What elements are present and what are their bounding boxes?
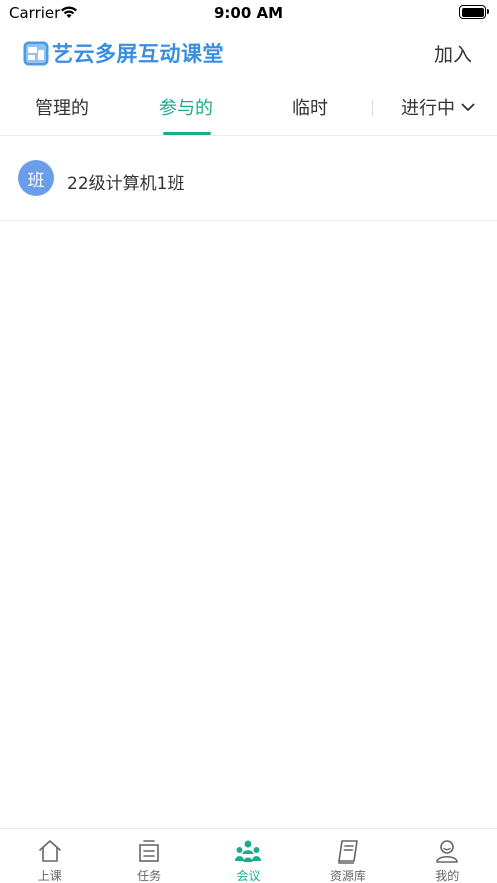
nav-label-library: 资源库: [329, 869, 366, 883]
list-item[interactable]: 班 22级计算机1班: [0, 137, 497, 221]
nav-label-meeting: 会议: [236, 869, 261, 883]
clock: 9:00 AM: [213, 4, 284, 22]
nav-label-class: 上课: [37, 869, 62, 883]
meeting-list: 班 22级计算机1班: [0, 137, 497, 221]
nav-item-task[interactable]: 任务: [99, 829, 198, 883]
tab-temporary[interactable]: 临时: [248, 94, 372, 120]
library-icon: [338, 840, 358, 864]
tab-divider: [372, 100, 373, 116]
nav-label-profile: 我的: [435, 869, 460, 883]
app-logo: 艺云多屏互动课堂: [23, 38, 224, 68]
meeting-title: 22级计算机1班: [67, 174, 185, 194]
meeting-icon: [235, 840, 262, 862]
nav-item-class[interactable]: 上课: [0, 829, 99, 883]
status-bar: Carrier 9:00 AM: [0, 0, 497, 26]
status-filter-dropdown[interactable]: 进行中: [383, 94, 493, 120]
nav-item-profile[interactable]: 我的: [398, 829, 497, 883]
bottom-nav: 上课 任务 会议 资源库 我的: [0, 828, 497, 883]
chevron-down-icon: [461, 103, 475, 111]
app-header: 艺云多屏互动课堂 加入: [0, 30, 497, 74]
tab-participated[interactable]: 参与的: [124, 94, 248, 120]
logo-icon: [23, 41, 49, 66]
nav-label-task: 任务: [137, 869, 162, 883]
battery-icon: [459, 5, 489, 19]
tab-managed[interactable]: 管理的: [0, 94, 124, 120]
status-filter-value: 进行中: [401, 98, 455, 119]
active-tab-indicator: [163, 132, 211, 135]
meeting-tabs: 管理的 参与的 临时 进行中: [0, 82, 497, 136]
nav-item-library[interactable]: 资源库: [298, 829, 397, 883]
join-button[interactable]: 加入: [434, 40, 472, 67]
task-icon: [139, 840, 159, 862]
home-icon: [38, 840, 61, 862]
app-title: 艺云多屏互动课堂: [52, 42, 224, 66]
profile-icon: [436, 840, 459, 863]
avatar: 班: [18, 160, 54, 196]
nav-item-meeting[interactable]: 会议: [199, 829, 298, 883]
